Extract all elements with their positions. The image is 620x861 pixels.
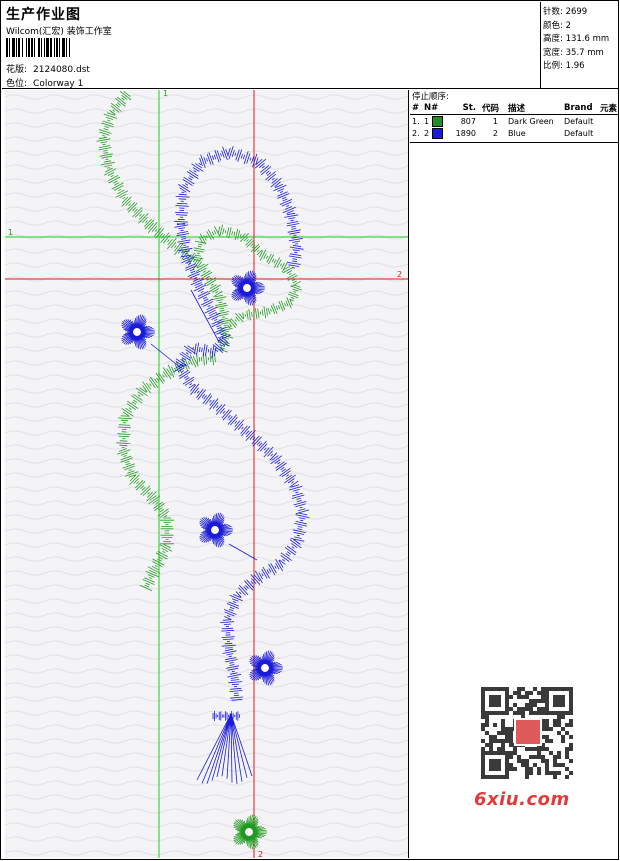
design-stats: 针数: 2699 颜色: 2 高度: 131.6 mm 宽度: 35.7 mm …: [541, 2, 619, 89]
row-brand: Default: [564, 117, 594, 126]
guide-label-red-h: 2: [397, 270, 402, 279]
table-row[interactable]: 2. 2 1890 2 Blue Default: [410, 127, 619, 139]
table-row[interactable]: 1. 1 807 1 Dark Green Default: [410, 115, 619, 128]
row-index: 2.: [412, 129, 420, 138]
watermark-text: 6xiu.com: [474, 789, 570, 810]
row-code: 1: [492, 117, 498, 126]
design-file-line: 花版: 2124080.dst: [6, 62, 90, 75]
color-swatch: [431, 128, 443, 139]
embroidery-preview: 1 1 2 2: [5, 90, 408, 858]
guide-label-green-v: 1: [163, 90, 168, 98]
row-stitches: 1890: [455, 129, 476, 138]
header-info: 生产作业图 Wilcom(汇宏) 装饰工作室 花版: 2124080.dst 色位…: [2, 2, 541, 89]
row-description: Dark Green: [508, 117, 554, 126]
stat-height: 高度: 131.6 mm: [543, 34, 610, 44]
col-code: 代码: [480, 102, 506, 115]
stop-sequence-title: 停止顺序:: [412, 92, 449, 102]
row-brand: Default: [564, 129, 594, 138]
qr-code-watermark: [471, 683, 583, 783]
guide-label-green-h: 1: [8, 228, 13, 237]
guide-label-red-v: 2: [258, 850, 263, 858]
col-index: #: [410, 102, 422, 115]
row-index: 1.: [412, 117, 420, 126]
color-swatch: [431, 116, 443, 127]
row-element: [598, 127, 619, 139]
col-element: 元素: [598, 102, 619, 115]
stop-sequence-panel: 停止顺序: # N# St. 代码 描述 Brand 元素 1. 1 807 1…: [410, 90, 619, 143]
stat-width: 宽度: 35.7 mm: [543, 47, 604, 58]
stop-sequence-table: # N# St. 代码 描述 Brand 元素 1. 1 807 1 Dark …: [410, 102, 619, 139]
company-name: Wilcom(汇宏) 装饰工作室: [6, 27, 112, 37]
worksheet: 生产作业图 Wilcom(汇宏) 装饰工作室 花版: 2124080.dst 色位…: [0, 0, 619, 860]
design-file-label: 花版:: [6, 65, 28, 75]
col-stitches: St.: [452, 102, 480, 115]
row-stitches: 807: [460, 117, 476, 126]
col-description: 描述: [506, 102, 562, 115]
row-description: Blue: [508, 129, 526, 138]
col-needle: N#: [422, 102, 452, 115]
page-title: 生产作业图: [6, 7, 81, 23]
design-file-value: 2124080.dst: [33, 65, 90, 75]
colorway-label: 色位:: [6, 79, 28, 89]
stat-scale: 比例: 1.96: [543, 61, 585, 71]
colorway-value: Colorway 1: [33, 79, 84, 89]
barcode: [6, 38, 142, 57]
colorway-line: 色位: Colorway 1: [6, 76, 83, 89]
row-code: 2: [492, 129, 498, 138]
row-needle: 1: [422, 115, 452, 127]
col-brand: Brand: [562, 102, 598, 115]
stat-stitches: 针数: 2699: [543, 7, 588, 17]
row-needle: 2: [422, 127, 452, 139]
stat-colors: 颜色: 2: [543, 20, 571, 31]
design-canvas[interactable]: 1 1 2 2: [5, 90, 409, 858]
row-element: [598, 115, 619, 128]
